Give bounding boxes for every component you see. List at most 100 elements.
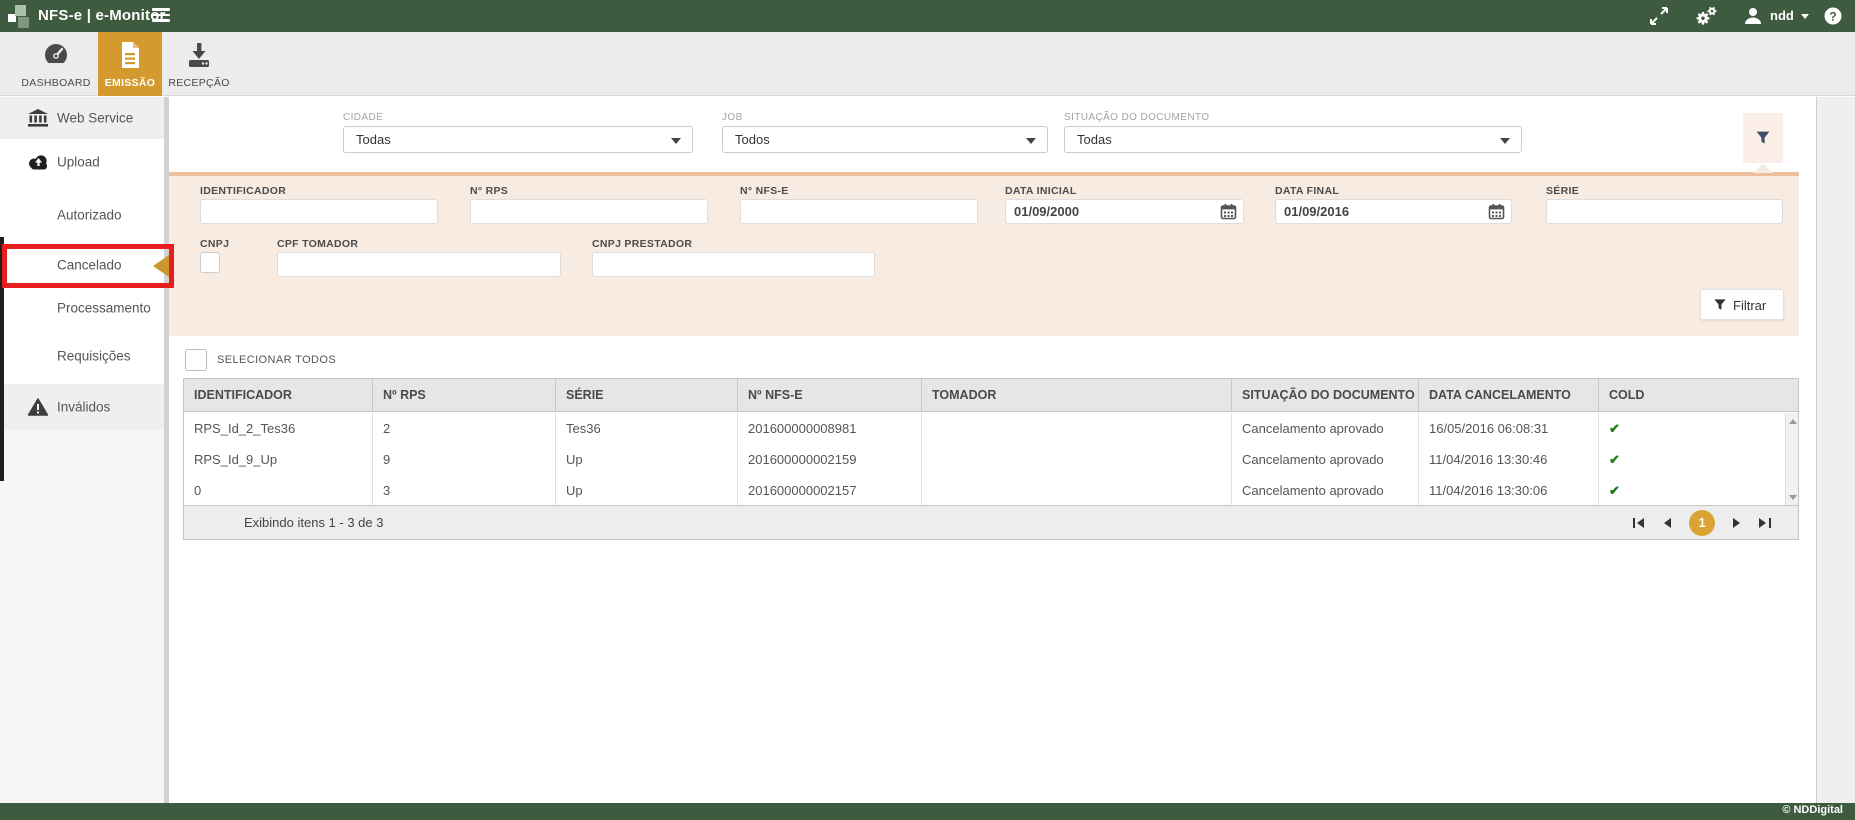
sidebar-scrollbar-thumb[interactable]	[0, 237, 4, 481]
next-page-button[interactable]	[1726, 510, 1748, 536]
scroll-down-icon[interactable]	[1789, 495, 1797, 500]
fullscreen-icon[interactable]	[1648, 5, 1670, 27]
sidebar-subitem-label: Autorizado	[57, 208, 122, 223]
data-final-input[interactable]	[1275, 199, 1512, 224]
cold-check-icon: ✔	[1609, 483, 1620, 498]
col-header-rps[interactable]: Nº RPS	[373, 379, 556, 411]
cell-situacao: Cancelamento aprovado	[1232, 475, 1419, 506]
active-item-arrow-icon	[153, 255, 169, 277]
last-page-button[interactable]	[1752, 510, 1774, 536]
cell-identificador: RPS_Id_9_Up	[184, 444, 373, 475]
sidebar-item-autorizado[interactable]: Autorizado	[0, 197, 164, 233]
serie-input[interactable]	[1546, 199, 1783, 224]
calendar-icon[interactable]	[1488, 203, 1505, 220]
cell-situacao: Cancelamento aprovado	[1232, 413, 1419, 444]
filter-toggle-button[interactable]	[1743, 113, 1783, 163]
cnpj-label: CNPJ	[200, 238, 229, 250]
data-final-label: DATA FINAL	[1275, 185, 1339, 197]
cidade-select[interactable]: Todas	[343, 126, 693, 153]
table-body: RPS_Id_2_Tes36 2 Tes36 201600000008981 C…	[184, 413, 1784, 506]
cpf-tomador-input[interactable]	[277, 252, 561, 277]
col-header-situacao[interactable]: SITUAÇÃO DO DOCUMENTO	[1232, 379, 1419, 411]
data-inicial-input[interactable]	[1005, 199, 1244, 224]
app-title: NFS-e | e-Monitor	[38, 7, 166, 24]
tab-recepcao[interactable]: RECEPÇÃO	[162, 32, 236, 96]
table-row[interactable]: RPS_Id_2_Tes36 2 Tes36 201600000008981 C…	[184, 413, 1784, 444]
cell-data-cancelamento: 11/04/2016 13:30:46	[1419, 444, 1599, 475]
sidebar-item-cancelado[interactable]: Cancelado	[0, 244, 164, 286]
sidebar-subitem-label: Cancelado	[57, 258, 122, 273]
cell-identificador: RPS_Id_2_Tes36	[184, 413, 373, 444]
first-page-button[interactable]	[1630, 510, 1652, 536]
cloud-upload-icon	[27, 154, 50, 171]
table-footer: Exibindo itens 1 - 3 de 3 1	[184, 505, 1798, 539]
tab-emissao-label: EMISSÃO	[98, 77, 162, 89]
cell-data-cancelamento: 16/05/2016 06:08:31	[1419, 413, 1599, 444]
table-row[interactable]: 0 3 Up 201600000002157 Cancelamento apro…	[184, 475, 1784, 506]
help-icon[interactable]: ?	[1822, 5, 1844, 27]
results-table: IDENTIFICADOR Nº RPS SÉRIE Nº NFS-E TOMA…	[183, 378, 1799, 540]
hamburger-menu-icon[interactable]	[152, 8, 170, 23]
pagination: 1	[1630, 510, 1774, 536]
sidebar-item-upload[interactable]: Upload	[0, 139, 164, 185]
gears-settings-icon[interactable]	[1694, 5, 1716, 27]
tab-dashboard[interactable]: DASHBOARD	[14, 32, 98, 96]
job-select[interactable]: Todos	[722, 126, 1048, 153]
col-header-data-cancelamento[interactable]: DATA CANCELAMENTO	[1419, 379, 1599, 411]
dashboard-gauge-icon	[41, 40, 71, 70]
identificador-label: IDENTIFICADOR	[200, 185, 286, 197]
situacao-select[interactable]: Todas	[1064, 126, 1522, 153]
col-header-tomador[interactable]: TOMADOR	[922, 379, 1232, 411]
app-window: NFS-e | e-Monitor	[0, 0, 1855, 820]
user-menu[interactable]: ndd	[1770, 8, 1794, 23]
table-scrollbar[interactable]	[1785, 413, 1798, 506]
cell-situacao: Cancelamento aprovado	[1232, 444, 1419, 475]
sidebar-item-processamento[interactable]: Processamento	[0, 290, 164, 326]
current-page-badge[interactable]: 1	[1689, 510, 1715, 536]
sidebar-item-web-service[interactable]: Web Service	[0, 97, 164, 139]
prev-page-button[interactable]	[1657, 510, 1679, 536]
n-rps-input[interactable]	[470, 199, 708, 224]
sidebar-item-invalidos[interactable]: Inválidos	[0, 384, 164, 430]
chevron-down-icon	[1026, 138, 1036, 144]
situacao-value: Todas	[1077, 132, 1112, 147]
cell-nfse: 201600000002157	[738, 475, 922, 506]
tab-emissao[interactable]: EMISSÃO	[98, 32, 162, 96]
chevron-down-icon	[671, 138, 681, 144]
cell-serie: Tes36	[556, 413, 738, 444]
chevron-down-icon[interactable]	[1801, 14, 1809, 19]
scroll-up-icon[interactable]	[1789, 419, 1797, 424]
ndd-logo-icon	[8, 3, 34, 29]
top-bar: NFS-e | e-Monitor	[0, 0, 1855, 32]
cnpj-prestador-input[interactable]	[592, 252, 875, 277]
col-header-cold[interactable]: COLD	[1599, 379, 1784, 411]
select-all-checkbox[interactable]	[185, 349, 207, 371]
identificador-input[interactable]	[200, 199, 438, 224]
cell-nfse: 201600000008981	[738, 413, 922, 444]
cell-rps: 2	[373, 413, 556, 444]
col-header-serie[interactable]: SÉRIE	[556, 379, 738, 411]
sidebar-subitem-label: Requisições	[57, 349, 131, 364]
user-icon[interactable]	[1742, 5, 1764, 27]
n-nfse-input[interactable]	[740, 199, 978, 224]
sidebar-item-requisicoes[interactable]: Requisições	[0, 338, 164, 374]
filtrar-button-label: Filtrar	[1733, 298, 1766, 313]
job-label: JOB	[722, 112, 743, 123]
module-toolbar: DASHBOARD EMISSÃO RECEPÇÃO	[0, 32, 1855, 96]
sidebar-item-label: Web Service	[57, 111, 133, 126]
chevron-down-icon	[1500, 138, 1510, 144]
items-count-text: Exibindo itens 1 - 3 de 3	[244, 515, 383, 530]
table-row[interactable]: RPS_Id_9_Up 9 Up 201600000002159 Cancela…	[184, 444, 1784, 475]
cell-tomador	[922, 475, 1232, 506]
cell-serie: Up	[556, 444, 738, 475]
col-header-identificador[interactable]: IDENTIFICADOR	[184, 379, 373, 411]
col-header-nfse[interactable]: Nº NFS-E	[738, 379, 922, 411]
n-nfse-label: N° NFS-E	[740, 185, 789, 197]
serie-label: SÉRIE	[1546, 185, 1579, 197]
cnpj-checkbox[interactable]	[200, 252, 220, 273]
cell-nfse: 201600000002159	[738, 444, 922, 475]
page-scrollbar-track[interactable]	[1816, 97, 1855, 803]
filtrar-button[interactable]: Filtrar	[1700, 289, 1784, 320]
calendar-icon[interactable]	[1220, 203, 1237, 220]
table-header-row: IDENTIFICADOR Nº RPS SÉRIE Nº NFS-E TOMA…	[184, 379, 1798, 412]
